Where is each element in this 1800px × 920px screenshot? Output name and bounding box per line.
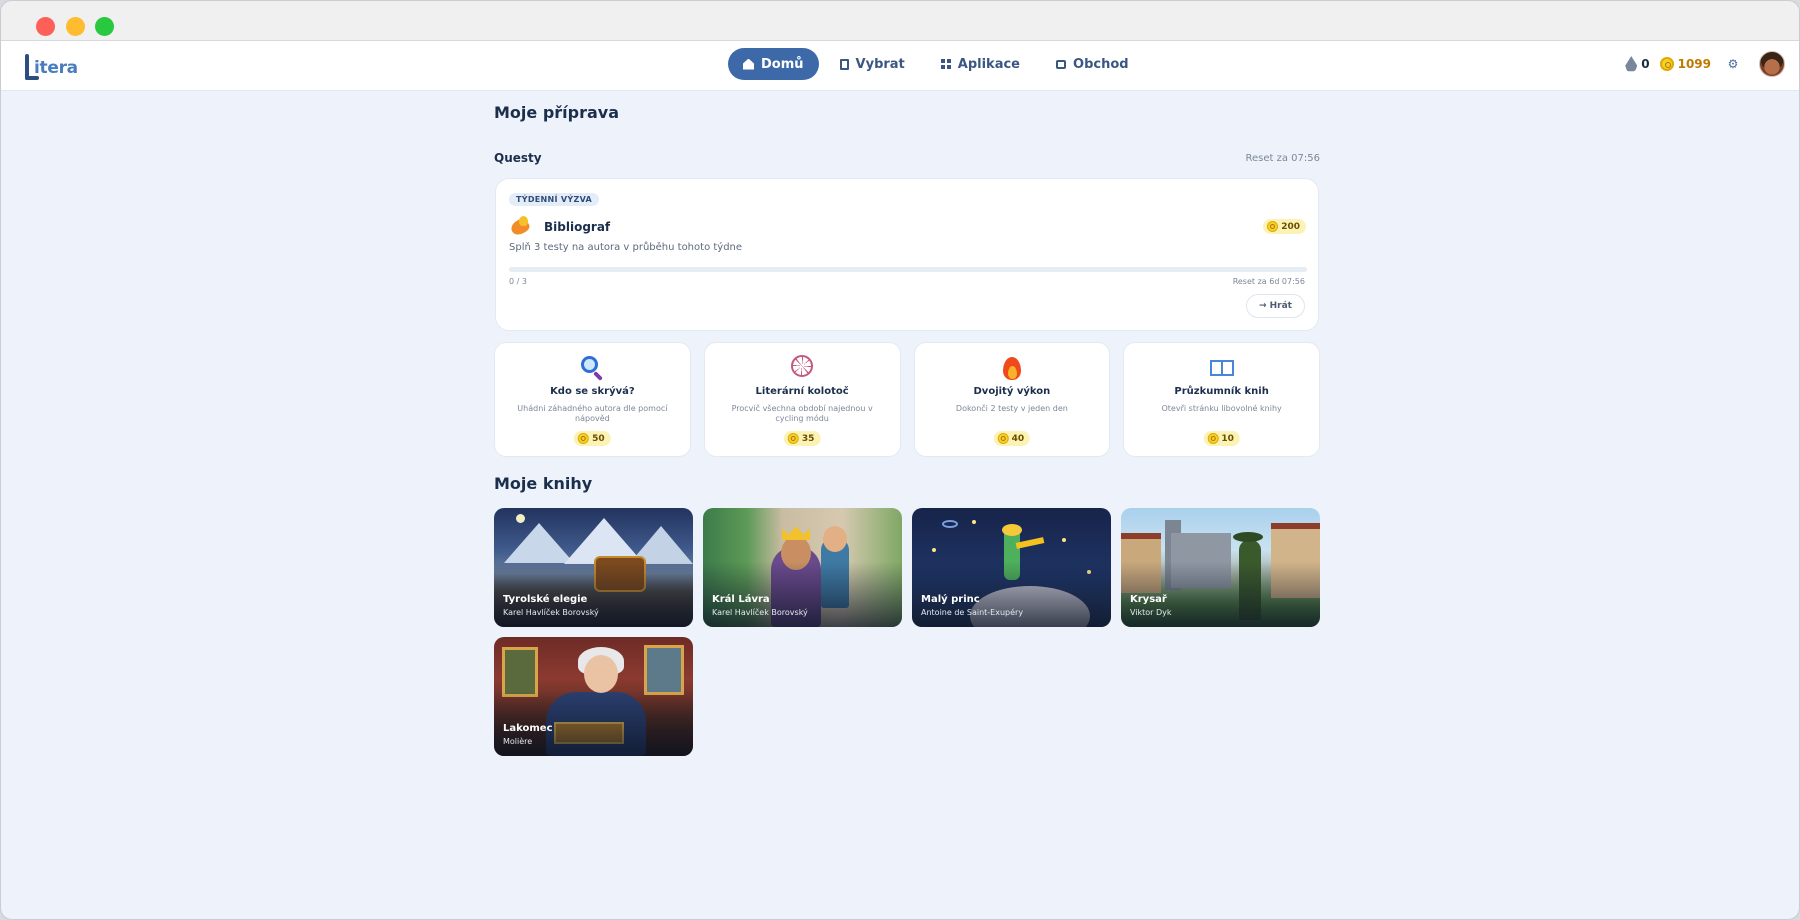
grid-icon [940,59,951,69]
fire-icon [999,355,1025,381]
quest-name: Literární kolotoč [755,386,849,397]
nav-item-label: Obchod [1073,56,1129,72]
book-grid: Tyrolské elegie Karel Havlíček Borovský … [494,508,1320,756]
nav-item-domu[interactable]: Domů [728,48,819,80]
quill-flame-icon [508,216,532,238]
progress-bar [509,267,1307,272]
page-title: Moje příprava [494,103,620,122]
book-icon [839,58,849,70]
books-section-title: Moje knihy [494,474,593,493]
quest-description: Procvič všechna období najednou v cyclin… [731,404,873,423]
nav-item-aplikace[interactable]: Aplikace [926,48,1035,80]
quests-header: Questy Reset za 07:56 [494,151,1320,165]
quest-name: Kdo se skrývá? [550,386,635,397]
reward-badge: 35 [783,431,821,446]
streak-drop-icon [1625,56,1638,72]
coin-icon [787,433,799,444]
book-author: Karel Havlíček Borovský [503,608,599,617]
quests-label: Questy [494,151,542,165]
top-navbar: itera Domů Vybrat Aplikace Obchod 0 1099… [1,41,1799,91]
book-title: Malý princ [921,594,980,605]
coin-icon [1207,433,1219,444]
book-title: Lakomec [503,723,553,734]
reward-badge: 200 [1263,219,1306,234]
coin-icon [1659,57,1674,71]
book-author: Antoine de Saint-Exupéry [921,608,1024,617]
logo-mark-icon [23,54,41,80]
close-window-button[interactable] [36,17,55,36]
streak-counter[interactable]: 0 [1625,56,1650,72]
quest-name: Dvojitý výkon [973,386,1051,397]
magnifier-icon [579,355,605,381]
reward-badge: 40 [993,431,1031,446]
reward-badge: 10 [1203,431,1240,446]
quest-card-kdo-se-skryva[interactable]: Kdo se skrývá? Uhádni záhadného autora d… [494,342,691,457]
nav-item-obchod[interactable]: Obchod [1041,48,1144,80]
reward-value: 200 [1281,221,1300,232]
progress-count: 0 / 3 [509,277,527,286]
nav-item-vybrat[interactable]: Vybrat [825,48,920,80]
weekly-challenge-name: Bibliograf [544,220,611,234]
streak-value: 0 [1641,57,1650,71]
nav-item-label: Domů [761,56,804,72]
weekly-challenge-tag: TÝDENNÍ VÝZVA [509,193,600,206]
quest-description: Otevři stránku libovolné knihy [1161,404,1282,413]
minimize-window-button[interactable] [66,17,85,36]
quest-description: Dokonči 2 testy v jeden den [955,404,1068,413]
book-title: Krysař [1130,594,1167,605]
book-card-maly-princ[interactable]: Malý princ Antoine de Saint-Exupéry [912,508,1111,627]
nav-item-label: Vybrat [855,56,905,72]
coin-icon [578,433,590,444]
quest-card-pruzkumnik-knih[interactable]: Průzkumník knih Otevři stránku libovolné… [1123,342,1320,457]
book-card-kral-lavra[interactable]: Král Lávra Karel Havlíček Borovský [703,508,902,627]
coin-icon [1267,221,1279,232]
home-icon [743,58,754,70]
coin-balance[interactable]: 1099 [1659,57,1711,71]
daily-quests: Kdo se skrývá? Uhádni záhadného autora d… [494,342,1320,457]
gear-icon[interactable]: ⚙ [1725,56,1741,72]
book-title: Tyrolské elegie [503,594,588,605]
weekly-challenge-description: Splň 3 testy na autora v průběhu tohoto … [509,242,743,253]
reward-value: 40 [1011,433,1025,444]
app-logo[interactable]: itera [23,50,78,80]
open-book-icon [1209,355,1235,381]
book-title: Král Lávra [712,594,770,605]
quest-name: Průzkumník knih [1174,386,1269,397]
weekly-challenge-card: TÝDENNÍ VÝZVA Bibliograf Splň 3 testy na… [495,178,1319,331]
ferris-wheel-icon [791,355,814,377]
maximize-window-button[interactable] [95,17,114,36]
reward-value: 35 [801,433,815,444]
main-nav: Domů Vybrat Aplikace Obchod [728,48,1144,80]
coin-icon [997,433,1009,444]
book-card-tyrolske-elegie[interactable]: Tyrolské elegie Karel Havlíček Borovský [494,508,693,627]
nav-item-label: Aplikace [957,56,1021,72]
book-author: Karel Havlíček Borovský [712,608,808,617]
weekly-reset-timer: Reset za 6d 07:56 [1232,277,1305,286]
reward-badge: 50 [574,431,611,446]
user-stats: 0 1099 ⚙ [1625,51,1785,77]
book-author: Molière [503,737,533,746]
coin-value: 1099 [1677,57,1711,71]
quest-card-literarni-kolotoc[interactable]: Literární kolotoč Procvič všechna období… [703,342,901,457]
avatar[interactable] [1759,51,1785,77]
play-button[interactable]: → Hrát [1245,294,1305,318]
window-titlebar [1,1,1799,41]
book-author: Viktor Dyk [1130,608,1172,617]
reward-value: 10 [1221,433,1234,444]
quests-reset-timer: Reset za 07:56 [1245,152,1321,164]
quest-description: Uhádni záhadného autora dle pomocí nápov… [517,404,668,423]
book-card-krysar[interactable]: Krysař Viktor Dyk [1121,508,1320,627]
book-card-lakomec[interactable]: Lakomec Molière [494,637,693,756]
app-window: itera Domů Vybrat Aplikace Obchod 0 1099… [0,0,1800,920]
quest-card-dvojity-vykon[interactable]: Dvojitý výkon Dokonči 2 testy v jeden de… [913,342,1111,457]
shop-icon [1056,59,1067,69]
reward-value: 50 [592,433,605,444]
